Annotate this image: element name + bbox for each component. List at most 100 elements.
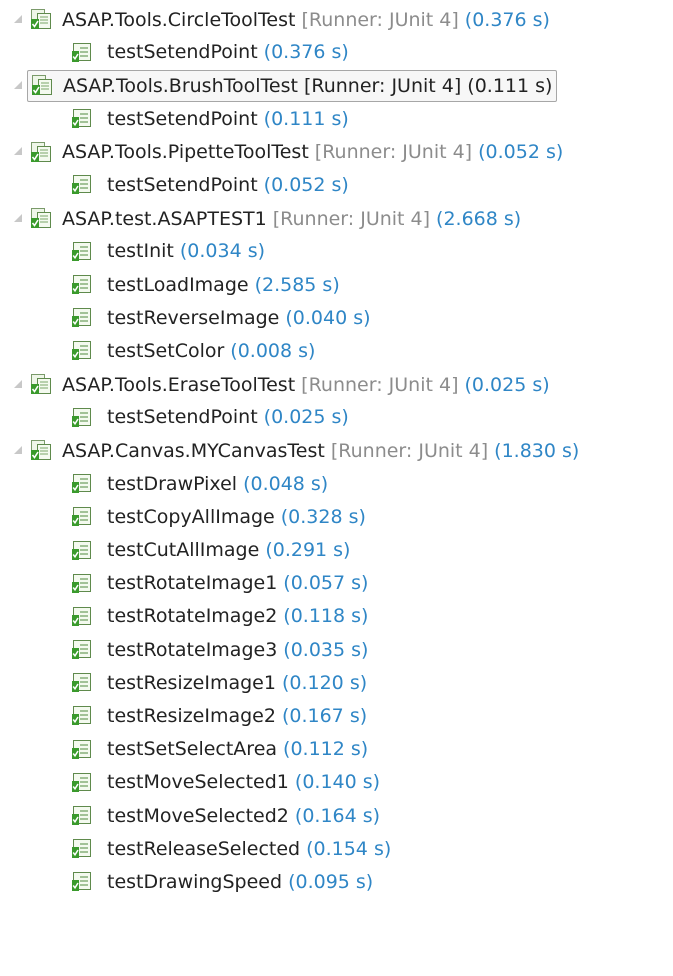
suite-name: ASAP.Canvas.MYCanvasTest <box>62 439 325 462</box>
test-suite-row[interactable]: ASAP.Tools.PipetteToolTest [Runner: JUnit… <box>0 136 673 169</box>
suite-time: (0.025 s) <box>464 373 550 396</box>
suite-runner: [Runner: JUnit 4] <box>301 373 459 396</box>
test-name: testReleaseSelected <box>107 837 301 860</box>
suite-label[interactable]: ASAP.Canvas.MYCanvasTest [Runner: JUnit 4… <box>30 436 579 466</box>
test-case-row[interactable]: testReleaseSelected (0.154 s) <box>0 833 673 866</box>
test-name: testDrawingSpeed <box>107 870 283 893</box>
test-case-passed-icon <box>71 539 93 561</box>
test-time: (0.040 s) <box>285 306 371 329</box>
test-name: testLoadImage <box>107 273 249 296</box>
suite-runner: [Runner: JUnit 4] <box>314 141 473 164</box>
expand-arrow-icon[interactable] <box>4 10 30 30</box>
test-case-passed-icon <box>71 771 93 793</box>
test-case-row[interactable]: testRotateImage3 (0.035 s) <box>0 634 673 667</box>
expand-arrow-icon[interactable] <box>4 209 30 229</box>
test-name: testSetendPoint <box>107 107 258 130</box>
suite-runner: [Runner: JUnit 4] <box>303 74 462 97</box>
test-case-row[interactable]: testSetendPoint (0.025 s) <box>0 401 673 434</box>
test-name: testSetSelectArea <box>107 738 278 761</box>
test-case-row[interactable]: testCopyAllImage (0.328 s) <box>0 501 673 534</box>
test-time: (0.008 s) <box>230 339 316 362</box>
test-suite-passed-icon <box>31 74 53 96</box>
suite-label[interactable]: ASAP.Tools.PipetteToolTest [Runner: JUnit… <box>30 137 563 167</box>
test-time: (0.052 s) <box>263 173 349 196</box>
suite-label[interactable]: ASAP.Tools.EraseToolTest [Runner: JUnit 4… <box>30 370 550 400</box>
test-case-passed-icon <box>71 671 93 693</box>
test-case-row[interactable]: testResizeImage2 (0.167 s) <box>0 700 673 733</box>
test-case-row[interactable]: testRotateImage2 (0.118 s) <box>0 600 673 633</box>
test-time: (0.025 s) <box>263 406 349 429</box>
test-case-row[interactable]: testMoveSelected2 (0.164 s) <box>0 800 673 833</box>
test-name: testResizeImage1 <box>107 671 276 694</box>
test-case-passed-icon <box>71 173 93 195</box>
test-case-row[interactable]: testSetColor (0.008 s) <box>0 335 673 368</box>
test-case-row[interactable]: testDrawPixel (0.048 s) <box>0 468 673 501</box>
test-case-row[interactable]: testReverseImage (0.040 s) <box>0 302 673 335</box>
test-time: (0.111 s) <box>263 107 349 130</box>
test-name: testSetendPoint <box>107 406 258 429</box>
test-time: (0.034 s) <box>179 240 266 263</box>
test-time: (0.120 s) <box>281 671 368 694</box>
test-case-passed-icon <box>71 605 93 627</box>
suite-time: (0.052 s) <box>478 141 564 164</box>
test-case-passed-icon <box>71 505 93 527</box>
suite-label[interactable]: ASAP.Tools.CircleToolTest [Runner: JUnit … <box>30 5 550 35</box>
test-case-row[interactable]: testMoveSelected1 (0.140 s) <box>0 766 673 799</box>
test-case-row[interactable]: testDrawingSpeed (0.095 s) <box>0 866 673 899</box>
test-name: testSetendPoint <box>107 41 258 64</box>
suite-label[interactable]: ASAP.Tools.BrushToolTest [Runner: JUnit 4… <box>27 69 558 102</box>
test-case-row[interactable]: testRotateImage1 (0.057 s) <box>0 567 673 600</box>
suite-label[interactable]: ASAP.test.ASAPTEST1 [Runner: JUnit 4] (2.6… <box>30 204 521 234</box>
test-case-row[interactable]: testSetendPoint (0.052 s) <box>0 169 673 202</box>
test-case-row[interactable]: testResizeImage1 (0.120 s) <box>0 667 673 700</box>
test-case-passed-icon <box>71 837 93 859</box>
test-suite-passed-icon <box>30 207 52 229</box>
test-suite-passed-icon <box>30 141 52 163</box>
test-name: testInit <box>107 240 174 263</box>
test-suite-row[interactable]: ASAP.Tools.EraseToolTest [Runner: JUnit 4… <box>0 368 673 401</box>
test-case-passed-icon <box>71 406 93 428</box>
expand-arrow-icon[interactable] <box>4 441 30 461</box>
test-case-passed-icon <box>71 572 93 594</box>
test-name: testCopyAllImage <box>107 505 275 528</box>
test-name: testDrawPixel <box>107 472 238 495</box>
test-case-passed-icon <box>71 704 93 726</box>
test-case-row[interactable]: testInit (0.034 s) <box>0 235 673 268</box>
test-time: (0.167 s) <box>281 704 368 727</box>
test-case-row[interactable]: testCutAllImage (0.291 s) <box>0 534 673 567</box>
test-case-passed-icon <box>71 472 93 494</box>
test-time: (0.291 s) <box>265 539 351 561</box>
test-suite-row[interactable]: ASAP.Tools.BrushToolTest [Runner: JUnit 4… <box>0 69 673 102</box>
junit-results-tree: ASAP.Tools.CircleToolTest [Runner: JUnit … <box>0 0 673 899</box>
test-name: testRotateImage2 <box>107 605 278 628</box>
test-case-row[interactable]: testSetendPoint (0.376 s) <box>0 36 673 69</box>
test-time: (2.585 s) <box>254 273 340 296</box>
test-suite-row[interactable]: ASAP.Canvas.MYCanvasTest [Runner: JUnit 4… <box>0 434 673 467</box>
test-time: (0.154 s) <box>306 837 392 860</box>
expand-arrow-icon[interactable] <box>4 76 30 96</box>
test-name: testMoveSelected1 <box>107 771 289 794</box>
suite-runner: [Runner: JUnit 4] <box>272 207 431 230</box>
test-name: testReverseImage <box>107 306 280 329</box>
expand-arrow-icon[interactable] <box>4 375 30 395</box>
test-case-passed-icon <box>71 870 93 892</box>
test-case-passed-icon <box>71 638 93 660</box>
test-name: testRotateImage1 <box>107 572 278 595</box>
test-suite-row[interactable]: ASAP.Tools.CircleToolTest [Runner: JUnit … <box>0 3 673 36</box>
test-time: (0.095 s) <box>288 870 374 893</box>
test-suite-passed-icon <box>30 439 52 461</box>
test-name: testSetColor <box>107 339 225 362</box>
suite-name: ASAP.Tools.PipetteToolTest <box>62 141 309 164</box>
suite-time: (0.376 s) <box>464 8 550 31</box>
test-time: (0.112 s) <box>283 738 369 761</box>
test-time: (0.140 s) <box>294 771 381 794</box>
test-case-passed-icon <box>71 240 93 262</box>
test-suite-row[interactable]: ASAP.test.ASAPTEST1 [Runner: JUnit 4] (2.6… <box>0 202 673 235</box>
test-name: testMoveSelected2 <box>107 804 289 827</box>
suite-name: ASAP.test.ASAPTEST1 <box>62 207 267 230</box>
test-case-row[interactable]: testLoadImage (2.585 s) <box>0 269 673 302</box>
test-case-row[interactable]: testSetSelectArea (0.112 s) <box>0 733 673 766</box>
suite-name: ASAP.Tools.CircleToolTest <box>62 8 296 31</box>
expand-arrow-icon[interactable] <box>4 142 30 162</box>
test-case-row[interactable]: testSetendPoint (0.111 s) <box>0 103 673 136</box>
